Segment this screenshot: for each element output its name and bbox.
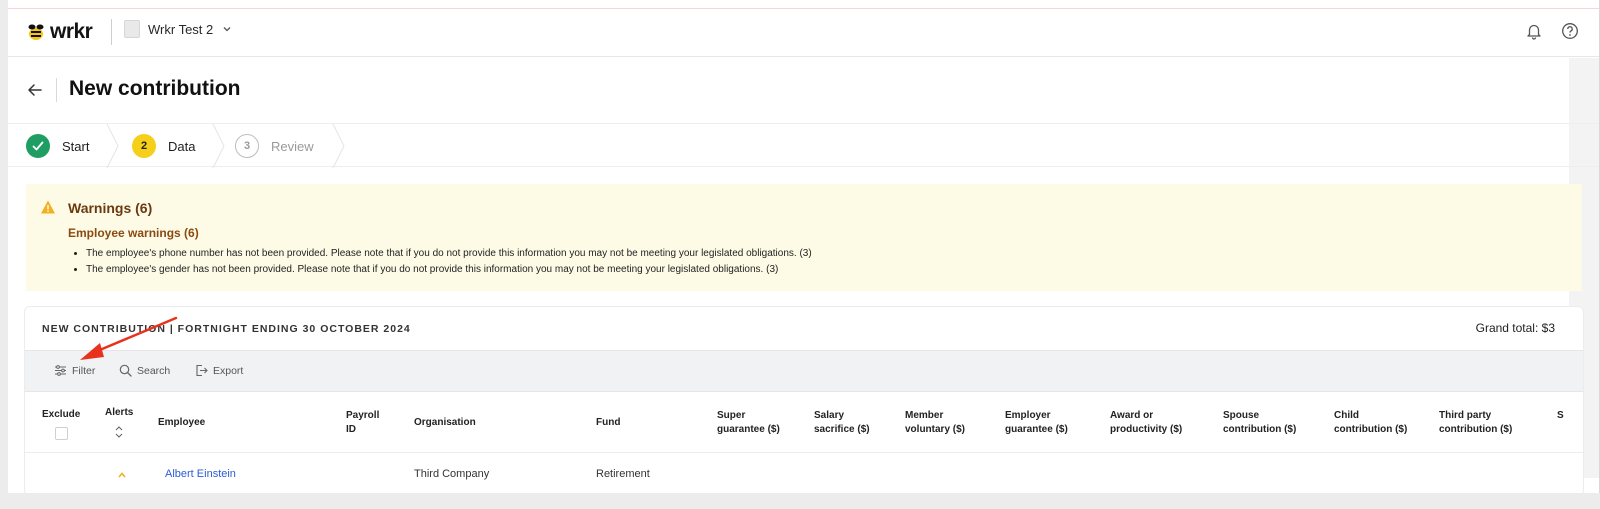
warnings-title: Warnings (6) [68,200,153,216]
table-header: Exclude Alerts Employee Payroll ID Organ… [25,393,1583,453]
col-text-line: Payroll [346,410,380,421]
header-divider [111,19,112,45]
warning-item: The employee's phone number has not been… [86,248,812,259]
col-fund[interactable]: Fund [596,416,620,430]
col-spouse-contribution[interactable]: Spouse contribution ($) [1223,409,1296,437]
warning-icon [41,200,55,214]
step-data[interactable]: 2 Data [132,124,195,168]
warnings-list: The employee's phone number has not been… [86,248,812,280]
col-super-guarantee[interactable]: Super guarantee ($) [717,409,780,437]
fund-cell: Retirement [596,468,650,480]
col-member-voluntary[interactable]: Member voluntary ($) [905,409,965,437]
export-button[interactable]: Export [195,364,243,377]
check-icon [26,134,50,158]
col-text-line: contribution ($) [1223,424,1297,435]
table-row[interactable]: Albert Einstein Third Company Retirement [25,454,1583,493]
step-label: Data [168,138,196,154]
step-separator [106,124,119,168]
progress-stepper: Start 2 Data 3 Review [8,123,1599,168]
step-separator [332,124,345,168]
title-divider [56,78,57,102]
col-text-line: Award or [1110,410,1154,421]
col-child-contribution[interactable]: Child contribution ($) [1334,409,1407,437]
col-text-line: Employer [1005,410,1051,421]
bee-logo-icon [28,24,44,40]
export-icon [196,364,208,377]
col-text-line: Third party [1439,410,1492,421]
col-text-line: Spouse [1223,410,1260,421]
exclude-all-checkbox[interactable] [55,427,68,440]
col-text-line: sacrifice ($) [814,424,870,435]
col-text-line: ID [346,424,356,435]
alert-chevron-icon [118,472,126,478]
filter-label: Filter [72,364,96,377]
step-number: 3 [235,134,259,158]
export-label: Export [213,364,244,377]
table-toolbar: Filter Search Export [25,350,1583,392]
sliders-icon [55,365,66,376]
col-payroll-id[interactable]: Payroll ID [346,409,379,437]
col-text-line: Child [1334,410,1359,421]
app-window: wrkr Wrkr Test 2 New contribution Start … [8,0,1600,493]
col-salary-sacrifice[interactable]: Salary sacrifice ($) [814,409,870,437]
page-title-bar: New contribution [8,58,1599,123]
col-text-line: guarantee ($) [1005,424,1068,435]
employee-name-link[interactable]: Albert Einstein [165,468,236,480]
filter-button[interactable]: Filter [54,364,95,377]
step-separator [212,124,225,168]
step-review[interactable]: 3 Review [235,124,314,168]
workspace-selector[interactable]: Wrkr Test 2 [124,20,233,38]
bell-icon[interactable] [1525,22,1543,40]
brand-name: wrkr [50,20,93,43]
col-text-line: voluntary ($) [905,424,966,435]
step-number: 2 [132,134,156,158]
search-icon [119,364,132,377]
col-employee[interactable]: Employee [158,416,205,430]
chevron-down-icon [223,27,231,32]
col-text-line: productivity ($) [1110,424,1183,435]
col-text-line: contribution ($) [1439,424,1513,435]
col-more[interactable]: S [1557,409,1564,423]
sort-icon[interactable] [114,424,124,440]
search-button[interactable]: Search [119,364,170,377]
help-icon[interactable] [1561,22,1579,40]
back-arrow-icon[interactable] [26,81,44,99]
col-text-line: guarantee ($) [717,424,780,435]
search-label: Search [137,364,171,377]
step-start[interactable]: Start [26,124,89,168]
employee-warnings-title: Employee warnings (6) [68,226,199,240]
app-header: wrkr Wrkr Test 2 [8,10,1599,57]
contribution-heading: NEW CONTRIBUTION | FORTNIGHT ENDING 30 O… [42,323,411,335]
organisation-cell: Third Company [414,468,490,480]
col-third-party-contribution[interactable]: Third party contribution ($) [1439,409,1512,437]
col-text-line: Super [717,410,746,421]
brand-logo[interactable]: wrkr [26,20,93,44]
step-label: Review [271,138,314,154]
step-label: Start [62,138,90,154]
col-organisation[interactable]: Organisation [414,416,476,430]
contribution-card: NEW CONTRIBUTION | FORTNIGHT ENDING 30 O… [24,306,1584,493]
warning-item: The employee's gender has not been provi… [86,264,812,275]
grand-total: Grand total: $3 [1475,321,1555,335]
col-employer-guarantee[interactable]: Employer guarantee ($) [1005,409,1068,437]
page-title: New contribution [69,77,241,100]
top-accent-line [8,0,1599,9]
document-icon [124,20,140,38]
header-actions [1525,22,1579,40]
col-text-line: Member [905,410,944,421]
warnings-panel: Warnings (6) Employee warnings (6) The e… [26,184,1582,291]
col-text-line: contribution ($) [1334,424,1408,435]
workspace-name: Wrkr Test 2 [148,21,214,37]
col-award-productivity[interactable]: Award or productivity ($) [1110,409,1182,437]
col-alerts: Alerts [105,407,134,418]
col-text-line: Salary [814,410,845,421]
col-exclude: Exclude [42,409,81,420]
